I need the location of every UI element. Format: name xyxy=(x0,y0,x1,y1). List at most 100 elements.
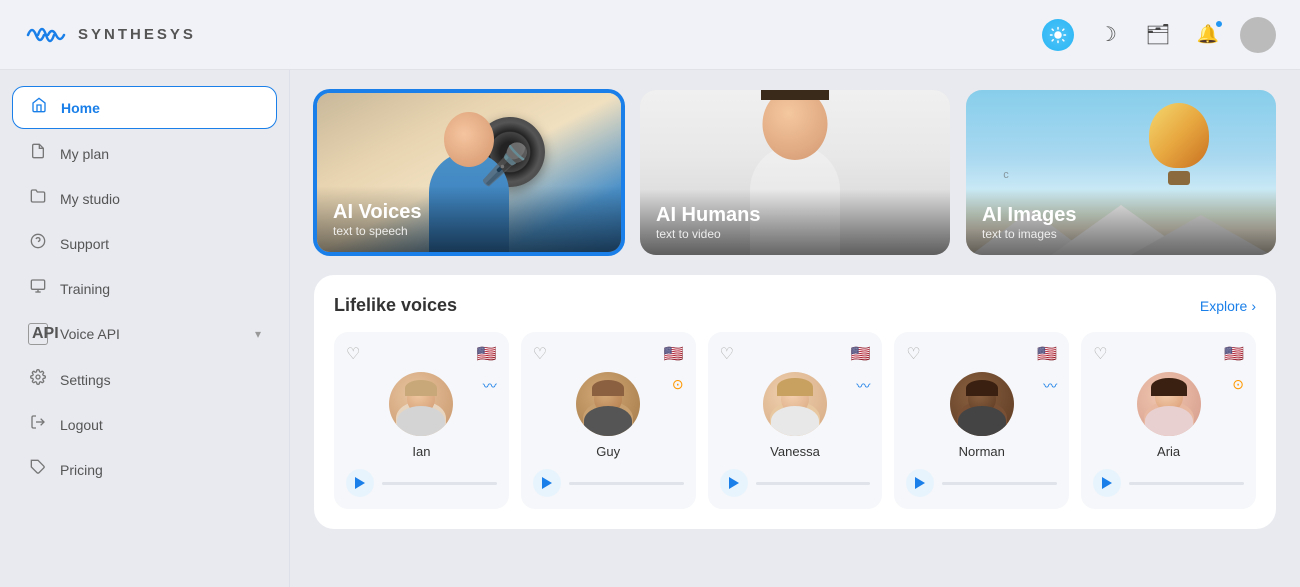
voice-card-ian-header: ♡ 🇺🇸 xyxy=(346,344,497,364)
voice-card-guy[interactable]: ♡ 🇺🇸 ⊙ Guy xyxy=(521,332,696,509)
header-actions: ☽ 🗂 🔔 xyxy=(1040,17,1276,53)
voices-section-title: Lifelike voices xyxy=(334,295,457,316)
aria-avatar xyxy=(1137,372,1201,436)
voice-card-norman-header: ♡ 🇺🇸 xyxy=(906,344,1057,364)
feature-card-ai-humans[interactable]: AI Humans text to video xyxy=(640,90,950,255)
ian-avatar-wrap xyxy=(346,372,497,436)
ai-humans-overlay: AI Humans text to video xyxy=(640,189,950,255)
vanessa-avatar xyxy=(763,372,827,436)
aria-name: Aria xyxy=(1093,444,1244,459)
ai-humans-subtitle: text to video xyxy=(656,227,934,241)
vanessa-name: Vanessa xyxy=(720,444,871,459)
sidebar-label-support: Support xyxy=(60,236,261,252)
vanessa-progress-bar xyxy=(756,482,871,485)
folder-button[interactable]: 🗂 xyxy=(1140,17,1176,53)
sidebar-item-myplan[interactable]: My plan xyxy=(12,133,277,174)
voice-card-norman[interactable]: ♡ 🇺🇸 〰 Norman xyxy=(894,332,1069,509)
norman-flag-icon: 🇺🇸 xyxy=(1037,344,1057,364)
ian-play-row xyxy=(346,469,497,497)
theme-sun-button[interactable] xyxy=(1040,17,1076,53)
guy-name: Guy xyxy=(533,444,684,459)
settings-icon xyxy=(28,369,48,390)
pricing-icon xyxy=(28,459,48,480)
user-avatar-button[interactable] xyxy=(1240,17,1276,53)
voice-card-vanessa-header: ♡ 🇺🇸 xyxy=(720,344,871,364)
guy-avatar-wrap xyxy=(533,372,684,436)
sidebar-label-logout: Logout xyxy=(60,417,261,433)
vanessa-flag-icon: 🇺🇸 xyxy=(850,344,870,364)
feature-card-ai-images[interactable]: ᶜ AI Images text to images xyxy=(966,90,1276,255)
aria-play-button[interactable] xyxy=(1093,469,1121,497)
aria-favorite-icon[interactable]: ♡ xyxy=(1093,344,1107,364)
ai-humans-title: AI Humans xyxy=(656,203,934,227)
aria-play-row xyxy=(1093,469,1244,497)
explore-label: Explore xyxy=(1200,298,1247,314)
norman-play-row xyxy=(906,469,1057,497)
voices-section-header: Lifelike voices Explore › xyxy=(334,295,1256,316)
app-name: SYNTHESYS xyxy=(78,26,196,43)
guy-favorite-icon[interactable]: ♡ xyxy=(533,344,547,364)
main-content: AI Voices text to speech AI Humans text … xyxy=(290,70,1300,587)
norman-avatar xyxy=(950,372,1014,436)
sidebar-item-voiceapi[interactable]: API Voice API ▾ xyxy=(12,313,277,355)
ai-voices-title: AI Voices xyxy=(333,200,605,224)
folder-icon: 🗂 xyxy=(1145,22,1170,47)
sidebar-item-settings[interactable]: Settings xyxy=(12,359,277,400)
sidebar: Home My plan My studio Support Training xyxy=(0,70,290,587)
aria-flag-icon: 🇺🇸 xyxy=(1224,344,1244,364)
aria-progress-bar xyxy=(1129,482,1244,485)
theme-moon-button[interactable]: ☽ xyxy=(1090,17,1126,53)
notification-button[interactable]: 🔔 xyxy=(1190,17,1226,53)
voice-card-vanessa[interactable]: ♡ 🇺🇸 〰 Vanessa xyxy=(708,332,883,509)
ai-voices-overlay: AI Voices text to speech xyxy=(317,186,621,252)
sidebar-item-training[interactable]: Training xyxy=(12,268,277,309)
explore-link[interactable]: Explore › xyxy=(1200,298,1256,314)
ian-favorite-icon[interactable]: ♡ xyxy=(346,344,360,364)
feature-cards-row: AI Voices text to speech AI Humans text … xyxy=(314,90,1276,255)
ai-images-title: AI Images xyxy=(982,203,1260,227)
voice-card-aria-header: ♡ 🇺🇸 xyxy=(1093,344,1244,364)
ian-flag-icon: 🇺🇸 xyxy=(477,344,497,364)
ian-name: Ian xyxy=(346,444,497,459)
sidebar-label-voiceapi: Voice API xyxy=(60,326,243,342)
guy-play-button[interactable] xyxy=(533,469,561,497)
logout-icon xyxy=(28,414,48,435)
ian-avatar xyxy=(389,372,453,436)
aria-avatar-wrap xyxy=(1093,372,1244,436)
vanessa-favorite-icon[interactable]: ♡ xyxy=(720,344,734,364)
feature-card-ai-voices[interactable]: AI Voices text to speech xyxy=(314,90,624,255)
moon-icon: ☽ xyxy=(1099,22,1117,47)
sidebar-item-pricing[interactable]: Pricing xyxy=(12,449,277,490)
sidebar-item-mystudio[interactable]: My studio xyxy=(12,178,277,219)
notification-badge xyxy=(1214,19,1224,29)
norman-wave-icon: 〰 xyxy=(1043,376,1057,396)
norman-progress-bar xyxy=(942,482,1057,485)
api-icon: API xyxy=(28,323,48,345)
sidebar-item-support[interactable]: Support xyxy=(12,223,277,264)
norman-play-button[interactable] xyxy=(906,469,934,497)
norman-favorite-icon[interactable]: ♡ xyxy=(906,344,920,364)
voices-section: Lifelike voices Explore › ♡ 🇺🇸 xyxy=(314,275,1276,529)
vanessa-play-row xyxy=(720,469,871,497)
sidebar-item-logout[interactable]: Logout xyxy=(12,404,277,445)
ai-images-overlay: AI Images text to images xyxy=(966,189,1276,255)
studio-icon xyxy=(28,188,48,209)
guy-flag-icon: 🇺🇸 xyxy=(664,344,684,364)
ai-images-subtitle: text to images xyxy=(982,227,1260,241)
plan-icon xyxy=(28,143,48,164)
ian-wave-icon: 〰 xyxy=(483,376,497,396)
training-icon xyxy=(28,278,48,299)
sidebar-label-mystudio: My studio xyxy=(60,191,261,207)
aria-loop-icon: ⊙ xyxy=(1232,376,1244,393)
guy-avatar xyxy=(576,372,640,436)
voice-cards-grid: ♡ 🇺🇸 〰 Ian xyxy=(334,332,1256,509)
vanessa-wave-icon: 〰 xyxy=(856,376,870,396)
sidebar-item-home[interactable]: Home xyxy=(12,86,277,129)
voice-card-ian[interactable]: ♡ 🇺🇸 〰 Ian xyxy=(334,332,509,509)
ian-play-button[interactable] xyxy=(346,469,374,497)
header: SYNTHESYS ☽ 🗂 xyxy=(0,0,1300,70)
guy-progress-bar xyxy=(569,482,684,485)
chevron-down-icon: ▾ xyxy=(255,327,261,341)
voice-card-aria[interactable]: ♡ 🇺🇸 ⊙ Aria xyxy=(1081,332,1256,509)
vanessa-play-button[interactable] xyxy=(720,469,748,497)
